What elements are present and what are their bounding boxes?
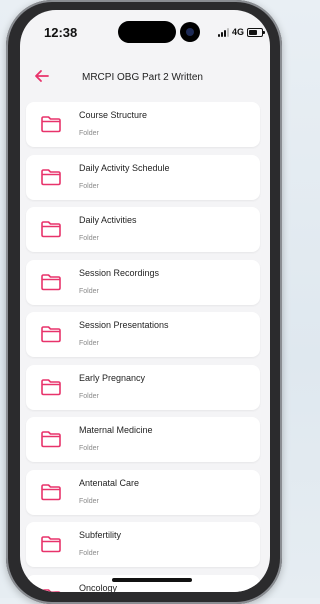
folder-name: Early Pregnancy [79,372,146,383]
folder-type: Folder [79,497,99,505]
folder-icon [41,588,61,592]
folder-type: Folder [79,392,99,400]
folder-icon [41,326,61,343]
folder-name: Session Recordings [79,267,160,278]
folder-type: Folder [79,445,99,452]
network-type: 4G [232,27,245,37]
folder-name: Daily Activities [79,215,137,225]
folder-name: Antenatal Care [79,477,140,488]
folder-name: Daily Activity Schedule [79,162,170,173]
status-icons: 4G [218,27,266,37]
folder-type: Folder [79,235,99,242]
battery-icon [247,27,266,37]
folder-list-item[interactable]: Early Pregnancy Folder [26,364,260,410]
dynamic-island [118,21,176,43]
app-bar: MRCPI OBG Part 2 Written [20,58,270,98]
folder-name: Course Structure [79,110,148,120]
folder-type: Folder [79,340,99,347]
folder-list-item[interactable]: Daily Activity Schedule Folder [26,154,260,200]
folder-list-item[interactable]: Daily Activities Folder [26,207,260,252]
folder-list-item[interactable]: Session Presentations Folder [26,312,260,357]
home-indicator[interactable] [112,578,192,582]
folder-list-item[interactable]: Course Structure Folder [26,102,260,147]
page-title: MRCPI OBG Part 2 Written [82,72,203,83]
folder-type: Folder [79,287,99,295]
folder-list-item[interactable]: Session Recordings Folder [26,259,260,305]
folder-name: Maternal Medicine [79,425,153,435]
folder-icon [41,221,61,238]
folder-list-item[interactable]: Antenatal Care Folder [26,469,260,515]
folder-name: Session Presentations [79,320,169,330]
phone-frame: 12:38 4G MRCPI OBG Part 2 Written Course… [6,0,282,604]
folder-icon [41,483,61,500]
front-camera [180,22,200,42]
folder-type: Folder [79,550,99,557]
folder-icon [41,116,61,133]
folder-icon [41,536,61,553]
status-time: 12:38 [44,25,78,40]
folder-icon [41,168,61,185]
folder-name: Subfertility [79,530,122,540]
app-screen: 12:38 4G MRCPI OBG Part 2 Written Course… [20,10,270,592]
folder-icon [41,431,61,448]
folder-icon [41,378,61,395]
folder-type: Folder [79,130,99,137]
status-bar: 12:38 4G [20,10,270,52]
folder-list-item[interactable]: Maternal Medicine Folder [26,417,260,462]
signal-bars-icon [218,27,229,37]
folder-icon [41,273,61,290]
folder-name: Oncology [79,582,118,593]
folder-type: Folder [79,182,99,190]
folder-list-item[interactable]: Subfertility Folder [26,522,260,567]
back-arrow-icon[interactable] [32,66,52,86]
